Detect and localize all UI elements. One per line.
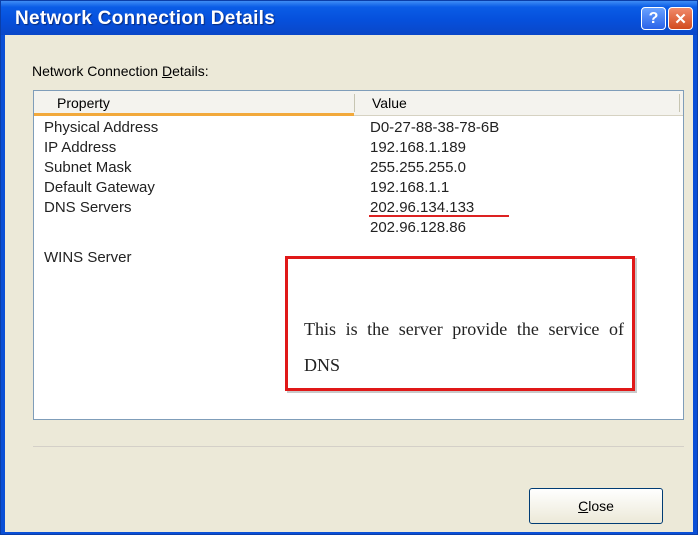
- value-cell: D0-27-88-38-78-6B: [370, 119, 500, 136]
- list-header: Property Value: [34, 91, 683, 116]
- list-row[interactable]: Subnet Mask 255.255.255.0: [34, 159, 683, 179]
- close-button-label: lose: [588, 498, 614, 514]
- section-label-accel: D: [161, 63, 173, 79]
- value-cell: 202.96.134.133: [370, 199, 475, 216]
- close-button[interactable]: Close: [529, 488, 663, 524]
- help-icon[interactable]: ?: [641, 7, 666, 30]
- value-cell: 192.168.1.189: [370, 139, 466, 156]
- property-cell: Physical Address: [44, 119, 159, 136]
- dns-annotation-box: This is the server provide the service o…: [285, 256, 635, 391]
- list-row[interactable]: 202.96.128.86: [34, 219, 683, 239]
- dialog-body: Network Connection Details: Property Val…: [5, 35, 693, 532]
- window-title: Network Connection Details: [15, 8, 276, 29]
- column-divider[interactable]: [679, 94, 680, 112]
- value-cell: 192.168.1.1: [370, 179, 450, 196]
- value-cell: 255.255.255.0: [370, 159, 466, 176]
- column-divider[interactable]: [354, 94, 355, 112]
- close-icon[interactable]: ✕: [668, 7, 693, 30]
- dns-annotation-text: This is the server provide the service o…: [304, 319, 624, 375]
- details-list[interactable]: Property Value Physical Address D0-27-88…: [33, 90, 684, 420]
- column-header-value[interactable]: Value: [372, 95, 407, 111]
- header-hover-accent: [34, 113, 354, 116]
- title-bar[interactable]: Network Connection Details ? ✕: [1, 1, 697, 35]
- section-label: Network Connection Details:: [32, 63, 209, 79]
- list-row[interactable]: Default Gateway 192.168.1.1: [34, 179, 683, 199]
- value-cell: 202.96.128.86: [370, 219, 466, 236]
- section-label-rest: etails:: [172, 63, 209, 79]
- list-row[interactable]: Physical Address D0-27-88-38-78-6B: [34, 119, 683, 139]
- property-cell: DNS Servers: [44, 199, 132, 216]
- property-cell: WINS Server: [44, 249, 132, 266]
- list-row[interactable]: DNS Servers 202.96.134.133: [34, 199, 683, 219]
- property-cell: IP Address: [44, 139, 117, 156]
- property-cell: Subnet Mask: [44, 159, 132, 176]
- divider: [33, 446, 684, 447]
- network-connection-details-dialog: Network Connection Details ? ✕ Network C…: [0, 0, 698, 535]
- list-row[interactable]: IP Address 192.168.1.189: [34, 139, 683, 159]
- section-label-text: Network Connection: [32, 63, 162, 79]
- property-cell: Default Gateway: [44, 179, 155, 196]
- close-button-accel: C: [578, 498, 589, 514]
- ip-address-underline: [369, 215, 509, 217]
- column-header-property[interactable]: Property: [57, 95, 110, 111]
